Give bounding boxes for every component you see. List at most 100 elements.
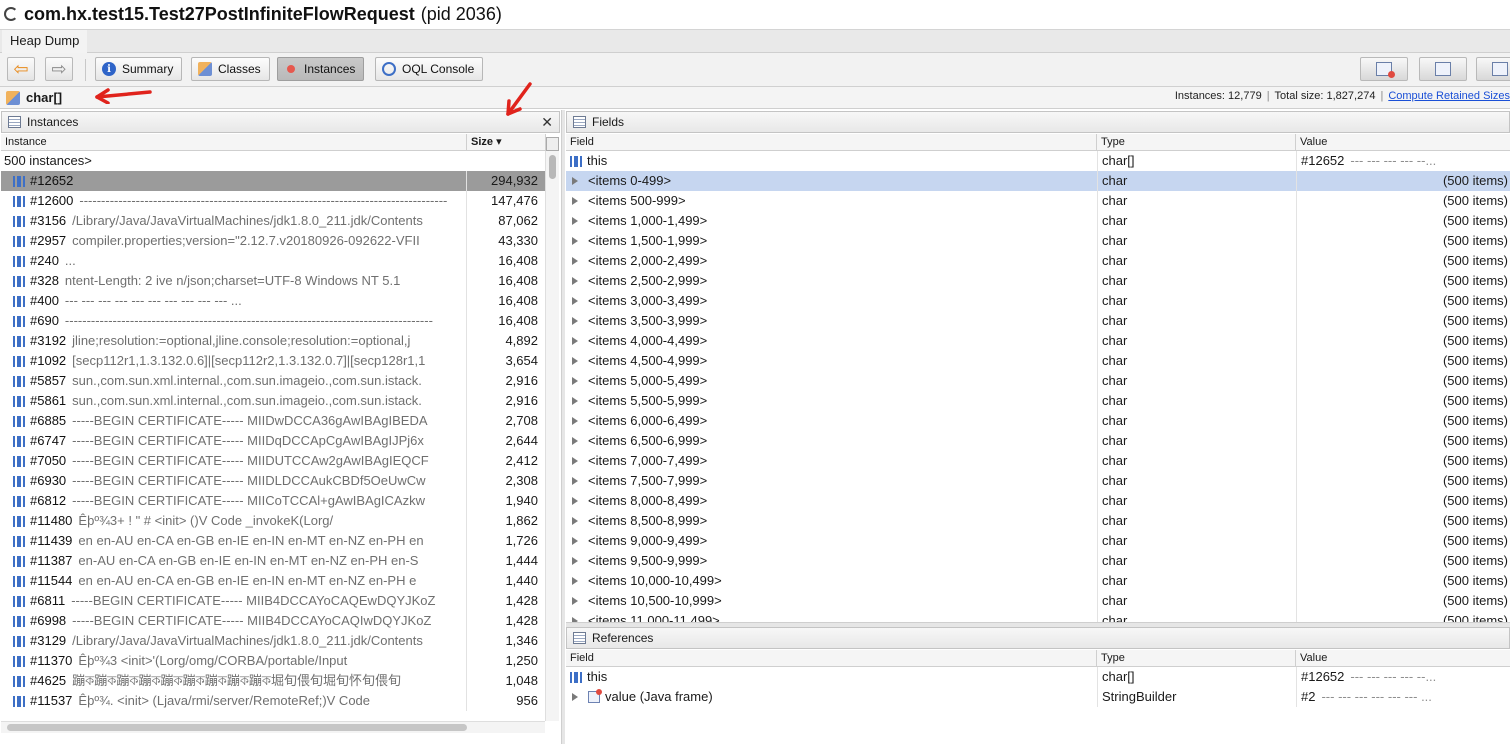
field-row[interactable]: <items 4,500-4,999> char (500 items) <box>566 351 1510 371</box>
expand-arrow-icon[interactable] <box>572 197 578 205</box>
field-row[interactable]: <items 6,500-6,999> char (500 items) <box>566 431 1510 451</box>
instance-row[interactable]: #12652 294,932 <box>1 171 545 191</box>
instance-row[interactable]: #240... 16,408 <box>1 251 545 271</box>
instance-row[interactable]: #3129/Library/Java/JavaVirtualMachines/j… <box>1 631 545 651</box>
field-row[interactable]: <items 4,000-4,499> char (500 items) <box>566 331 1510 351</box>
reference-row[interactable]: value (Java frame) StringBuilder #2 --- -… <box>566 687 1510 707</box>
expand-arrow-icon[interactable] <box>572 377 578 385</box>
instance-row[interactable]: #11537 Êþº¾. <init> (Ljava/rmi/server/Rem… <box>1 691 545 711</box>
column-type[interactable]: Type <box>1097 134 1296 150</box>
expand-arrow-icon[interactable] <box>572 693 578 701</box>
field-row[interactable]: <items 8,500-8,999> char (500 items) <box>566 511 1510 531</box>
field-row[interactable]: <items 9,000-9,499> char (500 items) <box>566 531 1510 551</box>
column-chooser-button[interactable] <box>546 137 559 151</box>
instance-row[interactable]: #5857 sun.,com.sun.xml.internal.,com.sun.… <box>1 371 545 391</box>
fields-this-row[interactable]: this char[] #12652 --- --- --- --- --... <box>566 151 1510 171</box>
expand-arrow-icon[interactable] <box>572 397 578 405</box>
instances-button[interactable]: Instances <box>277 57 365 81</box>
summary-button[interactable]: i Summary <box>95 57 183 81</box>
instance-row[interactable]: #7050 -----BEGIN CERTIFICATE----- MIIDUTC… <box>1 451 545 471</box>
instance-row[interactable]: #6930 -----BEGIN CERTIFICATE----- MIIDLDC… <box>1 471 545 491</box>
field-row[interactable]: <items 500-999> char (500 items) <box>566 191 1510 211</box>
expand-arrow-icon[interactable] <box>572 237 578 245</box>
export-button[interactable] <box>1476 57 1510 81</box>
field-row[interactable]: <items 7,000-7,499> char (500 items) <box>566 451 1510 471</box>
expand-arrow-icon[interactable] <box>572 557 578 565</box>
scroll-thumb[interactable] <box>7 724 467 731</box>
forward-button[interactable]: ⇨ <box>45 57 73 81</box>
classes-button[interactable]: Classes <box>191 57 270 81</box>
instance-row[interactable]: #11387 en-AU en-CA en-GB en-IE en-IN en-… <box>1 551 545 571</box>
expand-arrow-icon[interactable] <box>572 317 578 325</box>
instance-row[interactable]: #2957 compiler.properties;version="2.12.7… <box>1 231 545 251</box>
field-row[interactable]: <items 8,000-8,499> char (500 items) <box>566 491 1510 511</box>
expand-arrow-icon[interactable] <box>572 417 578 425</box>
column-instance[interactable]: Instance <box>1 134 467 150</box>
expand-arrow-icon[interactable] <box>572 577 578 585</box>
expand-arrow-icon[interactable] <box>572 217 578 225</box>
instance-row[interactable]: #3156/Library/Java/JavaVirtualMachines/j… <box>1 211 545 231</box>
column-value[interactable]: Value <box>1296 134 1510 150</box>
field-row[interactable]: <items 6,000-6,499> char (500 items) <box>566 411 1510 431</box>
instances-summary-row[interactable]: 500 instances> <box>1 151 545 171</box>
expand-arrow-icon[interactable] <box>572 297 578 305</box>
back-button[interactable]: ⇦ <box>7 57 35 81</box>
field-row[interactable]: <items 2,000-2,499> char (500 items) <box>566 251 1510 271</box>
instance-row[interactable]: #690 ------------------------------------… <box>1 311 545 331</box>
expand-arrow-icon[interactable] <box>572 517 578 525</box>
instance-row[interactable]: #3192 jline;resolution:=optional,jline.co… <box>1 331 545 351</box>
instance-row[interactable]: #11370 Êþº¾3 <init>'(Lorg/omg/CORBA/porta… <box>1 651 545 671</box>
instance-row[interactable]: #1092 [secp112r1,1.3.132.0.6]|[secp112r2,… <box>1 351 545 371</box>
field-row[interactable]: <items 3,500-3,999> char (500 items) <box>566 311 1510 331</box>
expand-arrow-icon[interactable] <box>572 357 578 365</box>
column-value[interactable]: Value <box>1296 650 1510 666</box>
column-field[interactable]: Field <box>566 134 1097 150</box>
close-icon[interactable]: ✕ <box>541 114 553 131</box>
instance-row[interactable]: #6885 -----BEGIN CERTIFICATE----- MIIDwDC… <box>1 411 545 431</box>
expand-arrow-icon[interactable] <box>572 437 578 445</box>
expand-arrow-icon[interactable] <box>572 337 578 345</box>
instance-row[interactable]: #400 --- --- --- --- --- --- --- --- --- … <box>1 291 545 311</box>
split-divider[interactable] <box>561 110 565 744</box>
expand-arrow-icon[interactable] <box>572 497 578 505</box>
oql-console-button[interactable]: OQL Console <box>375 57 484 81</box>
reference-row[interactable]: this char[] #12652 --- --- --- --- --... <box>566 667 1510 687</box>
instance-row[interactable]: #6747 -----BEGIN CERTIFICATE----- MIIDqDC… <box>1 431 545 451</box>
expand-arrow-icon[interactable] <box>572 177 578 185</box>
find-roots-button[interactable] <box>1419 57 1467 81</box>
expand-arrow-icon[interactable] <box>572 477 578 485</box>
instance-row[interactable]: #4625 蹦ক蹦ক蹦ক蹦ক蹦ক蹦ক蹦ক蹦ক蹦ক堀旬偎旬堀旬怀旬偎旬 1,048 <box>1 671 545 691</box>
expand-arrow-icon[interactable] <box>572 597 578 605</box>
instance-row[interactable]: #12600 ----------------------------------… <box>1 191 545 211</box>
field-row[interactable]: <items 1,500-1,999> char (500 items) <box>566 231 1510 251</box>
field-row[interactable]: <items 9,500-9,999> char (500 items) <box>566 551 1510 571</box>
compute-retained-sizes-link[interactable]: Compute Retained Sizes <box>1388 90 1510 102</box>
instance-row[interactable]: #6998 -----BEGIN CERTIFICATE----- MIIB4DC… <box>1 611 545 631</box>
column-field[interactable]: Field <box>566 650 1097 666</box>
scroll-thumb[interactable] <box>549 155 556 179</box>
instance-row[interactable]: #11544 en en-AU en-CA en-GB en-IE en-IN … <box>1 571 545 591</box>
instance-row[interactable]: #11439 en en-AU en-CA en-GB en-IE en-IN … <box>1 531 545 551</box>
field-row[interactable]: <items 10,500-10,999> char (500 items) <box>566 591 1510 611</box>
column-size[interactable]: Size ▾ <box>467 134 546 150</box>
instances-vertical-scrollbar[interactable] <box>545 151 559 721</box>
expand-arrow-icon[interactable] <box>572 537 578 545</box>
field-row[interactable]: <items 5,500-5,999> char (500 items) <box>566 391 1510 411</box>
expand-arrow-icon[interactable] <box>572 457 578 465</box>
instances-horizontal-scrollbar[interactable] <box>1 721 545 733</box>
instance-row[interactable]: #328 ntent-Length: 2 ive n/json;charset=U… <box>1 271 545 291</box>
compute-button[interactable] <box>1360 57 1408 81</box>
instance-row[interactable]: #6811 -----BEGIN CERTIFICATE----- MIIB4DC… <box>1 591 545 611</box>
field-row[interactable]: <items 2,500-2,999> char (500 items) <box>566 271 1510 291</box>
field-row[interactable]: <items 5,000-5,499> char (500 items) <box>566 371 1510 391</box>
instance-row[interactable]: #6812 -----BEGIN CERTIFICATE----- MIICoTC… <box>1 491 545 511</box>
tab-heap-dump[interactable]: Heap Dump <box>2 30 88 53</box>
expand-arrow-icon[interactable] <box>572 277 578 285</box>
expand-arrow-icon[interactable] <box>572 257 578 265</box>
field-row[interactable]: <items 7,500-7,999> char (500 items) <box>566 471 1510 491</box>
instance-row[interactable]: #11480 Êþº¾3+ ! " # <init> ()V Code _invo… <box>1 511 545 531</box>
field-row[interactable]: <items 1,000-1,499> char (500 items) <box>566 211 1510 231</box>
instance-row[interactable]: #5861 sun.,com.sun.xml.internal.,com.sun.… <box>1 391 545 411</box>
field-row[interactable]: <items 10,000-10,499> char (500 items) <box>566 571 1510 591</box>
field-row[interactable]: <items 0-499> char (500 items) <box>566 171 1510 191</box>
